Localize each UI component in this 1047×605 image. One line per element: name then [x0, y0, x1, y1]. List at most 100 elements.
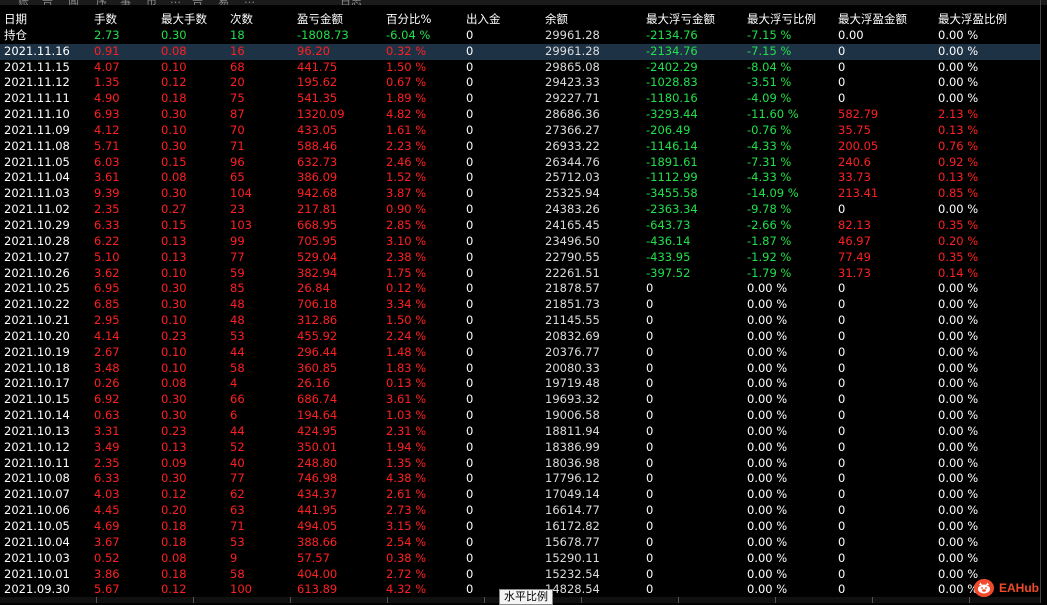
top-tab-2[interactable]: 闻: [68, 0, 79, 5]
max-float-profit-cell: 0: [838, 487, 846, 502]
balance-cell: 22790.55: [545, 249, 600, 264]
deposit-cell: 0: [466, 154, 474, 169]
table-header: 日期 手数 最大手数 次数 盈亏金额 百分比% 出入金 余额 最大浮亏金额 最大浮亏比例 最大浮盈金…: [0, 12, 1040, 28]
pnl-percent-cell: 1.89 %: [386, 91, 427, 106]
top-tab-4[interactable]: 事: [120, 0, 131, 5]
table-row[interactable]: 2021.10.12 3.49 0.13 52 350.01 1.94 % 0 18386.9…: [0, 440, 1040, 456]
table-row[interactable]: 2021.10.17 0.26 0.08 4 26.16 0.13 % 0 19719.48 0…: [0, 376, 1040, 392]
lots-cell: 4.69: [94, 519, 120, 533]
balance-cell: 29865.08: [545, 59, 600, 74]
top-tab-1[interactable]: 告: [42, 0, 53, 5]
trades-cell: 48: [230, 313, 245, 328]
balance-cell: 14828.54: [545, 582, 600, 597]
header-pnl[interactable]: 盈亏金额: [297, 12, 343, 28]
top-tab-0[interactable]: 账: [18, 0, 29, 5]
max-lots-cell: 0.08: [161, 550, 187, 565]
table-row[interactable]: 2021.11.04 3.61 0.08 65 386.09 1.52 % 0 25712.0…: [0, 170, 1040, 186]
top-tab-6[interactable]: …: [170, 0, 181, 5]
holding-row[interactable]: 持仓 2.73 0.30 18 -1808.73 -6.04 % 0 29961.28 -213…: [0, 28, 1040, 44]
table-row[interactable]: 2021.10.06 4.45 0.20 63 441.95 2.73 % 0 16614.7…: [0, 503, 1040, 519]
table-row[interactable]: 2021.11.15 4.07 0.10 68 441.75 1.50 % 0 29865.0…: [0, 60, 1040, 76]
deposit-cell: 0: [466, 122, 474, 137]
table-row[interactable]: 2021.11.11 4.90 0.18 75 541.35 1.89 % 0 29227.7…: [0, 91, 1040, 107]
header-date[interactable]: 日期: [4, 12, 27, 28]
top-tab-7[interactable]: 告: [192, 0, 203, 5]
table-row[interactable]: 2021.10.26 3.62 0.10 59 382.94 1.75 % 0 22261.5…: [0, 266, 1040, 282]
table-row[interactable]: 2021.10.11 2.35 0.09 40 248.80 1.35 % 0 18036.9…: [0, 456, 1040, 472]
max-float-profit-cell: 0: [838, 202, 846, 217]
max-float-profit-pct-cell: 0.00 %: [938, 487, 979, 502]
pnl-percent-cell: 1.50 %: [386, 313, 427, 328]
table-row[interactable]: 2021.10.18 3.48 0.10 58 360.85 1.83 % 0 20080.3…: [0, 361, 1040, 377]
table-row[interactable]: 2021.10.08 6.33 0.30 77 746.98 4.38 % 0 17796.1…: [0, 471, 1040, 487]
max-float-loss-cell: 0: [646, 566, 654, 581]
top-tab-9[interactable]: …: [244, 0, 255, 5]
pnl-cell: 746.98: [297, 471, 338, 486]
table-row[interactable]: 2021.10.07 4.03 0.12 62 434.37 2.61 % 0 17049.1…: [0, 487, 1040, 503]
trades-cell: 59: [230, 265, 245, 280]
header-pnl-percent[interactable]: 百分比%: [386, 12, 431, 28]
header-lots[interactable]: 手数: [94, 12, 117, 28]
deposit-cell: 0: [466, 408, 474, 423]
table-row[interactable]: 2021.10.01 3.86 0.18 58 404.00 2.72 % 0 15232.5…: [0, 567, 1040, 583]
pnl-percent-cell: 3.87 %: [386, 186, 427, 201]
header-max-lots[interactable]: 最大手数: [161, 12, 207, 28]
max-float-loss-cell: -2134.76: [646, 27, 698, 42]
pnl-percent-cell: 1.03 %: [386, 408, 427, 423]
table-row[interactable]: 2021.10.15 6.92 0.30 66 686.74 3.61 % 0 19693.3…: [0, 392, 1040, 408]
table-row[interactable]: 2021.11.16 0.91 0.08 16 96.20 0.32 % 0 29961.28…: [0, 43, 1040, 60]
max-float-profit-pct-cell: 0.13 %: [938, 122, 979, 137]
table-row[interactable]: 2021.11.08 5.71 0.30 71 588.46 2.23 % 0 26933.2…: [0, 139, 1040, 155]
max-float-loss-pct-cell: 0.00 %: [747, 471, 788, 486]
max-float-profit-cell: 0: [838, 534, 846, 549]
header-max-float-profit-pct[interactable]: 最大浮盈比例: [938, 12, 1007, 28]
table-row[interactable]: 2021.11.03 9.39 0.30 104 942.68 3.87 % 0 25325.…: [0, 186, 1040, 202]
header-max-float-loss[interactable]: 最大浮亏金额: [646, 12, 715, 28]
table-row[interactable]: 2021.10.28 6.22 0.13 99 705.95 3.10 % 0 23496.5…: [0, 234, 1040, 250]
pnl-percent-cell: 4.32 %: [386, 582, 427, 597]
header-balance[interactable]: 余额: [545, 12, 568, 28]
table-row[interactable]: 2021.11.05 6.03 0.15 96 632.73 2.46 % 0 26344.7…: [0, 155, 1040, 171]
header-max-float-loss-pct[interactable]: 最大浮亏比例: [747, 12, 816, 28]
trades-cell: 66: [230, 392, 245, 407]
trades-cell: 20: [230, 75, 245, 90]
trades-cell: 99: [230, 233, 245, 248]
header-max-float-profit[interactable]: 最大浮盈金额: [838, 12, 907, 28]
top-tab-10[interactable]: 日志: [340, 0, 362, 5]
max-float-loss-pct-cell: -11.60 %: [747, 107, 799, 122]
table-row[interactable]: 2021.10.27 5.10 0.13 77 529.04 2.38 % 0 22790.5…: [0, 250, 1040, 266]
table-row[interactable]: 2021.10.03 0.52 0.08 9 57.57 0.38 % 0 15290.11 0…: [0, 551, 1040, 567]
date-cell: 2021.10.26: [4, 265, 70, 280]
header-trades[interactable]: 次数: [230, 12, 253, 28]
table-row[interactable]: 2021.10.29 6.33 0.15 103 668.95 2.85 % 0 24165.…: [0, 218, 1040, 234]
trades-cell: 87: [230, 107, 245, 122]
deposit-cell: 0: [466, 487, 474, 502]
date-cell: 2021.11.08: [4, 138, 70, 153]
deposit-cell: 0: [466, 186, 474, 201]
table-row[interactable]: 2021.11.12 1.35 0.12 20 195.62 0.67 % 0 29423.3…: [0, 75, 1040, 91]
table-row[interactable]: 2021.10.19 2.67 0.10 44 296.44 1.48 % 0 20376.7…: [0, 345, 1040, 361]
table-row[interactable]: 2021.10.13 3.31 0.23 44 424.95 2.31 % 0 18811.9…: [0, 424, 1040, 440]
table-row[interactable]: 2021.10.14 0.63 0.30 6 194.64 1.03 % 0 19006.58…: [0, 408, 1040, 424]
table-row[interactable]: 2021.11.02 2.35 0.27 23 217.81 0.90 % 0 24383.2…: [0, 202, 1040, 218]
table-row[interactable]: 2021.10.22 6.85 0.30 48 706.18 3.34 % 0 21851.7…: [0, 297, 1040, 313]
top-tab-8[interactable]: 易: [218, 0, 229, 5]
header-deposit[interactable]: 出入金: [466, 12, 501, 28]
table-row[interactable]: 2021.11.09 4.12 0.10 70 433.05 1.61 % 0 27366.2…: [0, 123, 1040, 139]
table-row[interactable]: 2021.10.05 4.69 0.18 71 494.05 3.15 % 0 16172.8…: [0, 519, 1040, 535]
max-float-loss-pct-cell: 0.00 %: [747, 455, 788, 470]
pnl-percent-cell: -6.04 %: [386, 27, 431, 42]
deposit-cell: 0: [466, 439, 474, 454]
max-float-profit-cell: 0: [838, 566, 846, 581]
top-tab-5[interactable]: 市: [146, 0, 157, 5]
pnl-cell: 57.57: [297, 550, 330, 565]
trades-cell: 75: [230, 91, 245, 106]
pnl-cell: 96.20: [297, 43, 330, 58]
top-tab-3[interactable]: 序: [96, 0, 107, 5]
table-row[interactable]: 2021.10.25 6.95 0.30 85 26.84 0.12 % 0 21878.57…: [0, 281, 1040, 297]
table-row[interactable]: 2021.11.10 6.93 0.30 87 1320.09 4.82 % 0 28686.…: [0, 107, 1040, 123]
table-row[interactable]: 2021.10.21 2.95 0.10 48 312.86 1.50 % 0 21145.5…: [0, 313, 1040, 329]
table-row[interactable]: 2021.10.04 3.67 0.18 53 388.66 2.54 % 0 15678.7…: [0, 535, 1040, 551]
table-row[interactable]: 2021.10.20 4.14 0.23 53 455.92 2.24 % 0 20832.6…: [0, 329, 1040, 345]
deposit-cell: 0: [466, 249, 474, 264]
